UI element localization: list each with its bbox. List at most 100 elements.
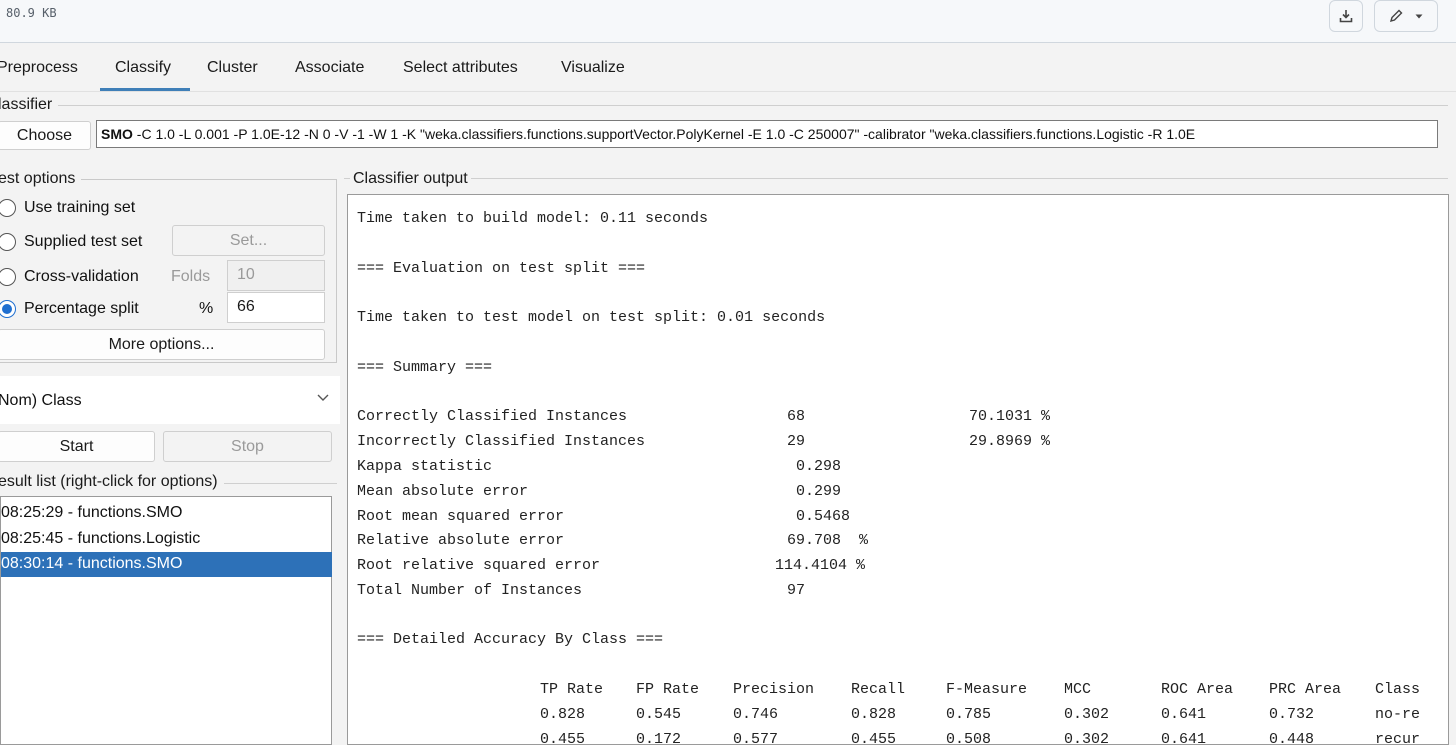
table-column-header: F-Measure: [946, 681, 1028, 698]
table-column-header: Class: [1375, 681, 1421, 698]
cross-validation-radio[interactable]: [0, 268, 16, 286]
output-line: Time taken to build model: 0.11 seconds: [357, 210, 709, 227]
summary-label: Correctly Classified Instances: [357, 408, 628, 425]
choose-classifier-button[interactable]: Choose: [0, 121, 91, 150]
table-cell: 0.785: [946, 706, 992, 723]
classifier-config-field[interactable]: SMO -C 1.0 -L 0.001 -P 1.0E-12 -N 0 -V -…: [96, 120, 1438, 148]
summary-value: 0.5468: [787, 508, 851, 525]
table-cell: 0.577: [733, 731, 779, 745]
file-size: 80.9 KB: [6, 6, 57, 20]
classifier-output-label: Classifier output: [350, 170, 471, 188]
summary-value: 114.4104 %: [775, 557, 866, 574]
result-list[interactable]: 08:25:29 - functions.SMO 08:25:45 - func…: [0, 496, 332, 745]
table-column-header: Recall: [851, 681, 906, 698]
use-training-set-radio[interactable]: [0, 199, 16, 217]
tab-bar: Preprocess Classify Cluster Associate Se…: [0, 43, 1456, 92]
pencil-icon: [1388, 8, 1404, 24]
table-column-header: PRC Area: [1269, 681, 1342, 698]
table-column-header: TP Rate: [540, 681, 604, 698]
tab-visualize[interactable]: Visualize: [561, 59, 625, 77]
output-line: === Evaluation on test split ===: [357, 260, 646, 277]
table-column-header: Precision: [733, 681, 815, 698]
table-cell: 0.828: [540, 706, 586, 723]
edit-button-group[interactable]: [1374, 0, 1438, 32]
result-list-item-selected[interactable]: 08:30:14 - functions.SMO: [1, 552, 332, 577]
percent-label: %: [199, 300, 214, 317]
download-icon: [1338, 8, 1354, 24]
tab-cluster[interactable]: Cluster: [207, 59, 258, 77]
folds-input[interactable]: 10: [227, 260, 325, 291]
table-cell: 0.508: [946, 731, 992, 745]
output-line: === Summary ===: [357, 359, 493, 376]
summary-label: Root relative squared error: [357, 557, 601, 574]
class-attribute-select[interactable]: Nom) Class: [0, 376, 340, 424]
chevron-down-icon: [316, 390, 330, 409]
table-cell: 0.641: [1161, 706, 1207, 723]
weka-explorer-window: Preprocess Classify Cluster Associate Se…: [0, 43, 1456, 745]
table-cell: 0.448: [1269, 731, 1315, 745]
output-line: Time taken to test model on test split: …: [357, 309, 826, 326]
summary-value: 29: [787, 433, 806, 450]
table-cell: 0.545: [636, 706, 682, 723]
download-button[interactable]: [1329, 0, 1363, 32]
summary-label: Kappa statistic: [357, 458, 493, 475]
supplied-test-set-radio[interactable]: [0, 233, 16, 251]
supplied-test-set-label: Supplied test set: [24, 233, 143, 250]
use-training-set-label: Use training set: [24, 199, 136, 216]
detailed-accuracy-header: === Detailed Accuracy By Class ===: [357, 631, 664, 648]
table-cell: 0.746: [733, 706, 779, 723]
table-cell: 0.302: [1064, 706, 1110, 723]
classifier-group-label: lassifier: [0, 96, 59, 114]
output-group-border: [344, 178, 1448, 179]
tab-associate[interactable]: Associate: [295, 59, 364, 77]
classifier-output-text[interactable]: Time taken to build model: 0.11 seconds …: [347, 194, 1449, 745]
summary-value: 69.708 %: [787, 532, 869, 549]
table-cell: no-re: [1375, 706, 1421, 723]
caret-down-icon[interactable]: [1414, 11, 1424, 21]
more-options-button[interactable]: More options...: [0, 329, 325, 360]
summary-percent: 29.8969 %: [969, 433, 1051, 450]
summary-label: Root mean squared error: [357, 508, 565, 525]
tab-classify[interactable]: Classify: [115, 59, 171, 77]
table-cell: 0.828: [851, 706, 897, 723]
summary-value: 97: [787, 582, 806, 599]
result-list-item[interactable]: 08:25:45 - functions.Logistic: [1, 527, 332, 552]
classifier-name: SMO: [101, 126, 133, 142]
summary-value: 68: [787, 408, 806, 425]
table-cell: recur: [1375, 731, 1421, 745]
percentage-split-radio[interactable]: [0, 300, 16, 318]
table-cell: 0.641: [1161, 731, 1207, 745]
summary-percent: 70.1031 %: [969, 408, 1051, 425]
folds-label: Folds: [171, 268, 211, 285]
table-cell: 0.455: [851, 731, 897, 745]
percentage-input[interactable]: 66: [227, 292, 325, 323]
use-training-set-option[interactable]: Use training set: [0, 196, 135, 220]
table-column-header: MCC: [1064, 681, 1092, 698]
cross-validation-label: Cross-validation: [24, 268, 139, 285]
table-column-header: ROC Area: [1161, 681, 1234, 698]
tab-select-attributes[interactable]: Select attributes: [403, 59, 518, 77]
supplied-test-set-option[interactable]: Supplied test set: [0, 230, 142, 254]
test-options-label: est options: [0, 170, 82, 188]
cross-validation-option[interactable]: Cross-validation: [0, 265, 139, 289]
table-cell: 0.302: [1064, 731, 1110, 745]
summary-label: Relative absolute error: [357, 532, 565, 549]
result-list-label: esult list (right-click for options): [0, 473, 224, 491]
active-tab-indicator: [100, 88, 190, 91]
class-select-value: Nom) Class: [0, 392, 82, 409]
percentage-split-option[interactable]: Percentage split: [0, 297, 139, 321]
tab-preprocess[interactable]: Preprocess: [0, 59, 78, 77]
summary-label: Mean absolute error: [357, 483, 529, 500]
result-list-item[interactable]: 08:25:29 - functions.SMO: [1, 501, 332, 526]
summary-value: 0.298: [787, 458, 842, 475]
set-test-set-button[interactable]: Set...: [172, 225, 325, 256]
percentage-split-label: Percentage split: [24, 300, 139, 317]
stop-button[interactable]: Stop: [163, 431, 332, 462]
summary-label: Incorrectly Classified Instances: [357, 433, 646, 450]
summary-label: Total Number of Instances: [357, 582, 583, 599]
summary-value: 0.299: [787, 483, 842, 500]
start-button[interactable]: Start: [0, 431, 155, 462]
table-cell: 0.455: [540, 731, 586, 745]
table-cell: 0.732: [1269, 706, 1315, 723]
table-cell: 0.172: [636, 731, 682, 745]
